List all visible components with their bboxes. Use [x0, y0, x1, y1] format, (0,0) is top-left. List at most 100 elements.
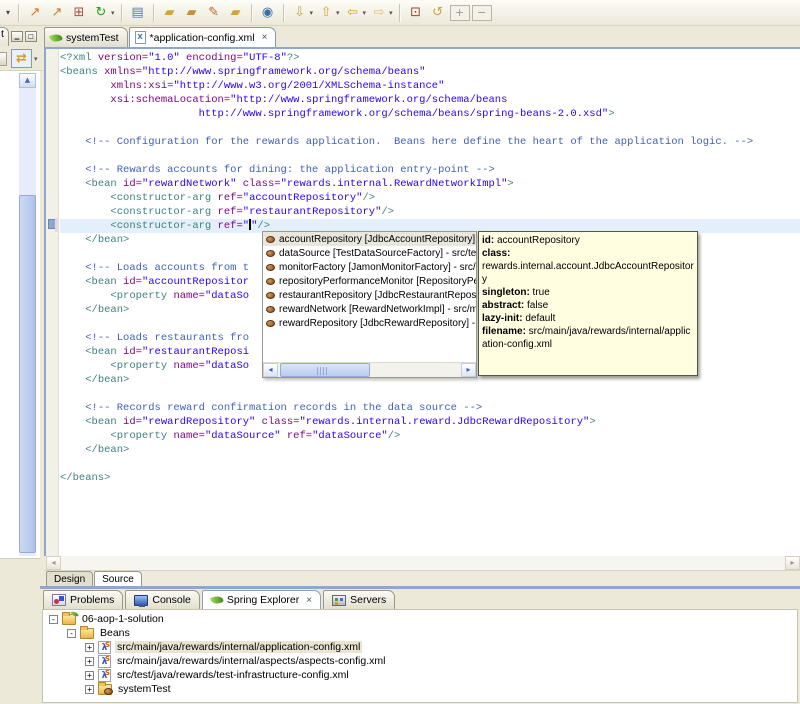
completion-item-label: dataSource [TestDataSourceFactory] - src…: [279, 247, 476, 259]
completion-item[interactable]: rewardRepository [JdbcRewardRepository] …: [263, 316, 476, 330]
maximize-view-button[interactable]: □: [24, 31, 37, 42]
web-browser-icon[interactable]: ◉: [258, 3, 278, 23]
minimize-view-button[interactable]: ▁: [10, 31, 23, 42]
tab-spring-explorer[interactable]: Spring Explorer ×: [201, 590, 322, 609]
collapse-node-icon[interactable]: -: [67, 628, 76, 638]
spring-project-icon: [62, 611, 76, 625]
bottom-tab-bar: Problems Console Spring Explorer × Serve…: [40, 589, 800, 609]
completion-item[interactable]: accountRepository [JdbcAccountRepository…: [263, 232, 476, 246]
tab-systemtest[interactable]: systemTest: [44, 27, 128, 47]
tab-problems[interactable]: Problems: [43, 590, 124, 609]
popup-hscrollbar[interactable]: ◂ ▸: [263, 362, 476, 377]
tree-item[interactable]: + systemTest: [43, 681, 797, 696]
tab-application-config-xml[interactable]: *application-config.xml ×: [128, 27, 277, 47]
refresh-icon-dropdown-caret[interactable]: ▾: [111, 9, 115, 17]
tree-item-label: systemTest: [118, 683, 171, 695]
new-package-icon[interactable]: ⊞: [69, 3, 89, 23]
spring-explorer-tree[interactable]: -06-aop-1-solution-Beans+src/main/java/r…: [42, 609, 798, 703]
tab-console[interactable]: Console: [125, 590, 200, 609]
report-icon[interactable]: ▤: [128, 3, 148, 23]
back-icon[interactable]: ⇦: [343, 3, 363, 23]
expand-node-icon[interactable]: +: [85, 642, 94, 652]
expand-node-icon[interactable]: +: [85, 670, 94, 680]
tab-label: *application-config.xml: [149, 31, 255, 44]
tab-design[interactable]: Design: [46, 571, 94, 586]
forward-icon-dropdown-caret[interactable]: ▾: [389, 9, 393, 17]
bean-icon: [266, 235, 275, 243]
import-icon[interactable]: ⇩: [290, 3, 310, 23]
scroll-left-button[interactable]: ◂: [263, 363, 278, 377]
tree-item[interactable]: + src/main/java/rewards/internal/aspects/…: [43, 653, 797, 668]
code-line: <?xml version="1.0" encoding="UTF-8"?>: [60, 52, 300, 64]
new-wizard-icon[interactable]: ↗: [25, 3, 45, 23]
code-line: http://www.springframework.org/schema/be…: [198, 108, 615, 120]
toolbar-separator: [120, 3, 123, 22]
open-resource-icon[interactable]: ▰: [182, 3, 202, 23]
expand-all-button[interactable]: +: [449, 4, 470, 21]
bean-icon: [266, 249, 275, 257]
tooltip-row: rewards.internal.account.JdbcAccountRepo…: [482, 261, 694, 285]
link-with-editor-button[interactable]: ⇄: [11, 49, 32, 68]
tree-item[interactable]: + src/main/java/rewards/internal/applicat…: [43, 639, 797, 654]
tree-item[interactable]: - 06-aop-1-solution: [43, 611, 797, 626]
tree-item[interactable]: - Beans: [43, 625, 797, 640]
completion-item-label: restaurantRepository [JdbcRestaurantRepo…: [279, 289, 476, 301]
completion-item[interactable]: repositoryPerformanceMonitor [Repository…: [263, 274, 476, 288]
annotate-icon[interactable]: ✎: [204, 3, 224, 23]
forward-icon[interactable]: ⇨: [369, 3, 389, 23]
left-view-tab[interactable]: t: [0, 27, 9, 46]
view-menu-caret[interactable]: ▾: [34, 55, 38, 63]
hscrollbar-thumb[interactable]: [280, 363, 370, 377]
collapse-node-icon[interactable]: -: [49, 614, 58, 624]
tooltip-row: lazy-init: default: [482, 313, 556, 324]
export-icon[interactable]: ⇧: [316, 3, 336, 23]
collapse-all-button[interactable]: −: [471, 4, 492, 21]
left-view-content: ▲: [0, 71, 40, 559]
completion-item[interactable]: monitorFactory [JamonMonitorFactory] - s…: [263, 260, 476, 274]
editor-hscrollbar[interactable]: ◂ ▸: [46, 556, 800, 570]
back-icon-dropdown-caret[interactable]: ▾: [363, 9, 367, 17]
tooltip-row: class:: [482, 248, 511, 259]
toolbar-overflow-caret[interactable]: ▾: [3, 3, 13, 23]
completion-item[interactable]: restaurantRepository [JdbcRestaurantRepo…: [263, 288, 476, 302]
tab-label: Spring Explorer: [226, 594, 300, 606]
change-bar: [55, 218, 58, 232]
bean-icon: [266, 263, 275, 271]
toolbar-separator: [250, 3, 253, 22]
expand-node-icon[interactable]: +: [85, 684, 94, 694]
toolbar-separator: [18, 3, 20, 22]
completion-item-label: monitorFactory [JamonMonitorFactory] - s…: [279, 261, 476, 273]
export-icon-dropdown-caret[interactable]: ▾: [336, 9, 340, 17]
left-view-scrollbar[interactable]: ▲: [19, 73, 36, 556]
refresh-config-icon[interactable]: ↺: [428, 3, 448, 23]
new-test-wizard-icon[interactable]: ↗: [47, 3, 67, 23]
partial-view-icon: [0, 51, 7, 66]
servers-icon: [332, 594, 347, 606]
scroll-up-button[interactable]: ▲: [19, 73, 36, 88]
scrollbar-thumb[interactable]: [19, 195, 36, 553]
tree-item-label: src/test/java/rewards/test-infrastructur…: [117, 669, 349, 681]
editor-page-tabs: Design Source: [44, 570, 800, 586]
tab-source[interactable]: Source: [94, 571, 142, 586]
close-tab-icon[interactable]: ×: [306, 595, 312, 606]
open-type-icon[interactable]: ▰: [160, 3, 180, 23]
tooltip-row: filename: src/main/java/rewards/internal…: [482, 326, 691, 350]
scroll-left-button[interactable]: ◂: [46, 556, 61, 570]
scroll-right-button[interactable]: ▸: [461, 363, 476, 377]
scroll-right-button[interactable]: ▸: [785, 556, 800, 570]
tab-servers[interactable]: Servers: [323, 590, 396, 609]
tree-item[interactable]: + src/test/java/rewards/test-infrastructu…: [43, 667, 797, 682]
completion-item-label: accountRepository [JdbcAccountRepository…: [279, 233, 476, 245]
spring-config-icon: [98, 667, 111, 682]
main-toolbar: ▾ ↗ ↗ ⊞ ↻ ▾ ▤ ▰ ▰ ✎ ▰ ◉ ⇩ ▾ ⇧ ▾ ⇦ ▾ ⇨ ▾ ⊡ ↺ + −: [0, 0, 800, 26]
open-folder-icon[interactable]: ▰: [226, 3, 246, 23]
close-tab-icon[interactable]: ×: [262, 32, 268, 43]
import-icon-dropdown-caret[interactable]: ▾: [310, 9, 314, 17]
refresh-icon[interactable]: ↻: [91, 3, 111, 23]
expand-node-icon[interactable]: +: [85, 656, 94, 666]
completion-item[interactable]: rewardNetwork [RewardNetworkImpl] - src/…: [263, 302, 476, 316]
completion-item[interactable]: dataSource [TestDataSourceFactory] - src…: [263, 246, 476, 260]
code-line: </bean>: [85, 444, 130, 456]
last-edit-location-icon[interactable]: ⊡: [406, 3, 426, 23]
